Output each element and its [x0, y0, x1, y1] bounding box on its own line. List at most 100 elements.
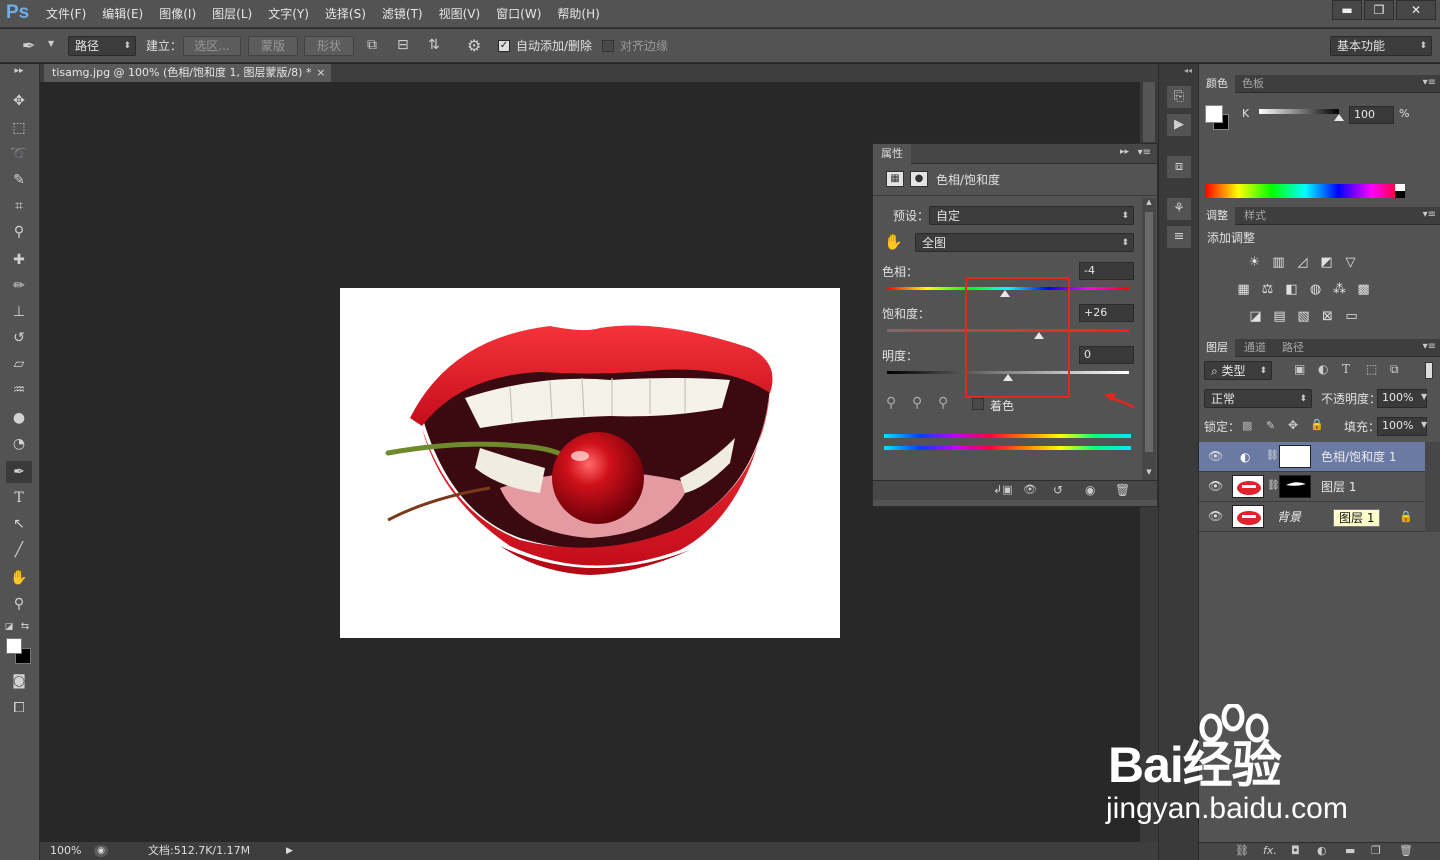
auto-add-delete-checkbox[interactable]: ✓	[498, 40, 510, 52]
filter-smart-object-icon[interactable]: ⧉	[1390, 362, 1399, 377]
document-image[interactable]	[340, 288, 840, 638]
tool-preset-arrow-icon[interactable]: ▼	[48, 39, 54, 48]
hand-tool-icon[interactable]: ✋	[6, 567, 32, 589]
filter-toggle[interactable]	[1425, 362, 1433, 379]
paint-bucket-tool-icon[interactable]: ♒	[6, 379, 32, 401]
tab-layers[interactable]: 图层	[1199, 339, 1235, 357]
color-ramp-bw[interactable]	[1395, 184, 1405, 198]
panel-menu-icon[interactable]: ▾≡	[1423, 209, 1436, 220]
menu-image[interactable]: 图像(I)	[151, 0, 204, 28]
saturation-input[interactable]: +26	[1079, 304, 1134, 322]
layer-mask-icon[interactable]: ●	[910, 171, 928, 187]
trash-icon[interactable]: 🗑	[1399, 844, 1413, 857]
eyedropper-icon[interactable]: ⚲	[886, 395, 896, 411]
history-brush-tool-icon[interactable]: ↺	[6, 327, 32, 349]
tool-mode-select[interactable]: 路径 ⬍	[68, 36, 136, 56]
chevron-down-icon[interactable]: ▼	[1421, 392, 1427, 401]
channel-select[interactable]: 全图 ⬍	[915, 233, 1134, 252]
link-icon[interactable]: ⛓	[1266, 450, 1279, 461]
brush-presets-icon[interactable]: ≡	[1167, 226, 1191, 248]
menu-file[interactable]: 文件(F)	[38, 0, 94, 28]
color-balance-icon[interactable]: ⚖	[1259, 282, 1276, 297]
gradient-map-icon[interactable]: ▭	[1343, 309, 1360, 324]
view-previous-state-icon[interactable]: 👁	[1023, 483, 1037, 496]
foreground-color-swatch[interactable]	[6, 638, 22, 654]
make-selection-button[interactable]: 选区...	[183, 36, 241, 56]
layer-thumbnail[interactable]	[1232, 475, 1264, 498]
clip-to-layer-icon[interactable]: ↲▣	[993, 483, 1013, 496]
workspace-select[interactable]: 基本功能 ⬍	[1330, 36, 1432, 56]
levels-icon[interactable]: ▥	[1270, 255, 1287, 270]
brightness-contrast-icon[interactable]: ☀	[1246, 255, 1263, 270]
filter-type-icon[interactable]: T	[1342, 362, 1350, 376]
path-operations-icon[interactable]: ⧉	[367, 37, 377, 53]
layer-filter-select[interactable]: ⌕ 类型 ⬍	[1204, 361, 1272, 380]
tab-adjustments[interactable]: 调整	[1199, 207, 1235, 225]
properties-panel-icon[interactable]: ⧈	[1167, 156, 1191, 178]
targeted-adjustment-hand-icon[interactable]: ✋	[884, 233, 903, 251]
eyedropper-plus-icon[interactable]: ⚲	[912, 395, 922, 411]
black-white-icon[interactable]: ◧	[1283, 282, 1300, 297]
dock-collapse-icon[interactable]: ◂◂	[1184, 66, 1192, 75]
make-mask-button[interactable]: 蒙版	[248, 36, 298, 56]
filter-adjustment-icon[interactable]: ◐	[1318, 362, 1328, 376]
new-group-icon[interactable]: ▬	[1345, 844, 1355, 857]
eraser-tool-icon[interactable]: ▱	[6, 353, 32, 375]
align-edges-checkbox[interactable]	[602, 40, 614, 52]
reset-icon[interactable]: ↺	[1053, 483, 1063, 497]
panel-menu-icon[interactable]: ▾≡	[1138, 147, 1151, 158]
menu-filter[interactable]: 滤镜(T)	[374, 0, 431, 28]
path-alignment-icon[interactable]: ⊟	[397, 37, 409, 53]
quick-selection-tool-icon[interactable]: ✎	[6, 169, 32, 191]
preset-select[interactable]: 自定 ⬍	[929, 206, 1134, 225]
menu-layer[interactable]: 图层(L)	[204, 0, 260, 28]
scroll-up-icon[interactable]: ▲	[1142, 198, 1156, 210]
document-tab[interactable]: tisamg.jpg @ 100% (色相/饱和度 1, 图层蒙版/8) * ×	[44, 64, 332, 82]
link-layers-icon[interactable]: ⛓	[1235, 844, 1249, 857]
close-icon[interactable]: ×	[316, 64, 325, 82]
scrollbar-thumb[interactable]	[1143, 82, 1155, 142]
blend-mode-select[interactable]: 正常 ⬍	[1204, 389, 1312, 408]
eyedropper-tool-icon[interactable]: ⚲	[6, 221, 32, 243]
scroll-down-icon[interactable]: ▼	[1142, 468, 1156, 480]
color-lookup-icon[interactable]: ▩	[1355, 282, 1372, 297]
filter-shape-icon[interactable]: ⬚	[1366, 362, 1377, 376]
history-panel-icon[interactable]: ⎘	[1167, 86, 1191, 108]
menu-select[interactable]: 选择(S)	[317, 0, 374, 28]
scrollbar-thumb[interactable]	[1145, 212, 1153, 452]
color-fg-swatch[interactable]	[1205, 105, 1223, 123]
add-mask-icon[interactable]: ◘	[1291, 844, 1300, 857]
clone-stamp-tool-icon[interactable]: ⊥	[6, 301, 32, 323]
tab-color[interactable]: 颜色	[1199, 75, 1235, 93]
menu-edit[interactable]: 编辑(E)	[94, 0, 151, 28]
filter-pixel-icon[interactable]: ▣	[1294, 362, 1305, 376]
layer-mask-thumbnail[interactable]	[1279, 475, 1311, 498]
zoom-level[interactable]: 100%	[50, 842, 81, 860]
blur-tool-icon[interactable]: ●	[6, 407, 32, 429]
make-shape-button[interactable]: 形状	[304, 36, 354, 56]
vibrance-icon[interactable]: ▽	[1342, 255, 1359, 270]
layer-row-hue-saturation[interactable]: 👁 ◐ ⛓ 色相/饱和度 1	[1199, 442, 1425, 472]
panel-menu-icon[interactable]: ▾≡	[1423, 77, 1436, 88]
line-tool-icon[interactable]: ╱	[6, 539, 32, 561]
colorize-checkbox[interactable]	[972, 398, 984, 410]
threshold-icon[interactable]: ▧	[1295, 309, 1312, 324]
status-info-icon[interactable]: ◉	[94, 845, 108, 857]
channel-mixer-icon[interactable]: ⁂	[1331, 282, 1348, 297]
quick-mask-icon[interactable]: ◙	[6, 670, 32, 692]
lock-all-icon[interactable]: 🔒	[1310, 418, 1324, 431]
menu-help[interactable]: 帮助(H)	[549, 0, 607, 28]
default-colors-icon[interactable]: ◪	[2, 616, 16, 638]
layer-name[interactable]: 背景	[1277, 502, 1301, 532]
gear-icon[interactable]: ⚙	[467, 36, 481, 55]
eyedropper-minus-icon[interactable]: ⚲	[938, 395, 948, 411]
posterize-icon[interactable]: ▤	[1271, 309, 1288, 324]
eye-icon[interactable]: 👁	[1208, 509, 1223, 523]
photo-filter-icon[interactable]: ◍	[1307, 282, 1324, 297]
brush-tool-icon[interactable]: ✏	[6, 275, 32, 297]
exposure-icon[interactable]: ◩	[1318, 255, 1335, 270]
color-ramp[interactable]	[1205, 184, 1405, 198]
tab-swatches[interactable]: 色板	[1235, 75, 1271, 93]
lock-transparent-icon[interactable]: ▩	[1242, 419, 1252, 432]
lock-position-icon[interactable]: ✥	[1288, 418, 1298, 432]
